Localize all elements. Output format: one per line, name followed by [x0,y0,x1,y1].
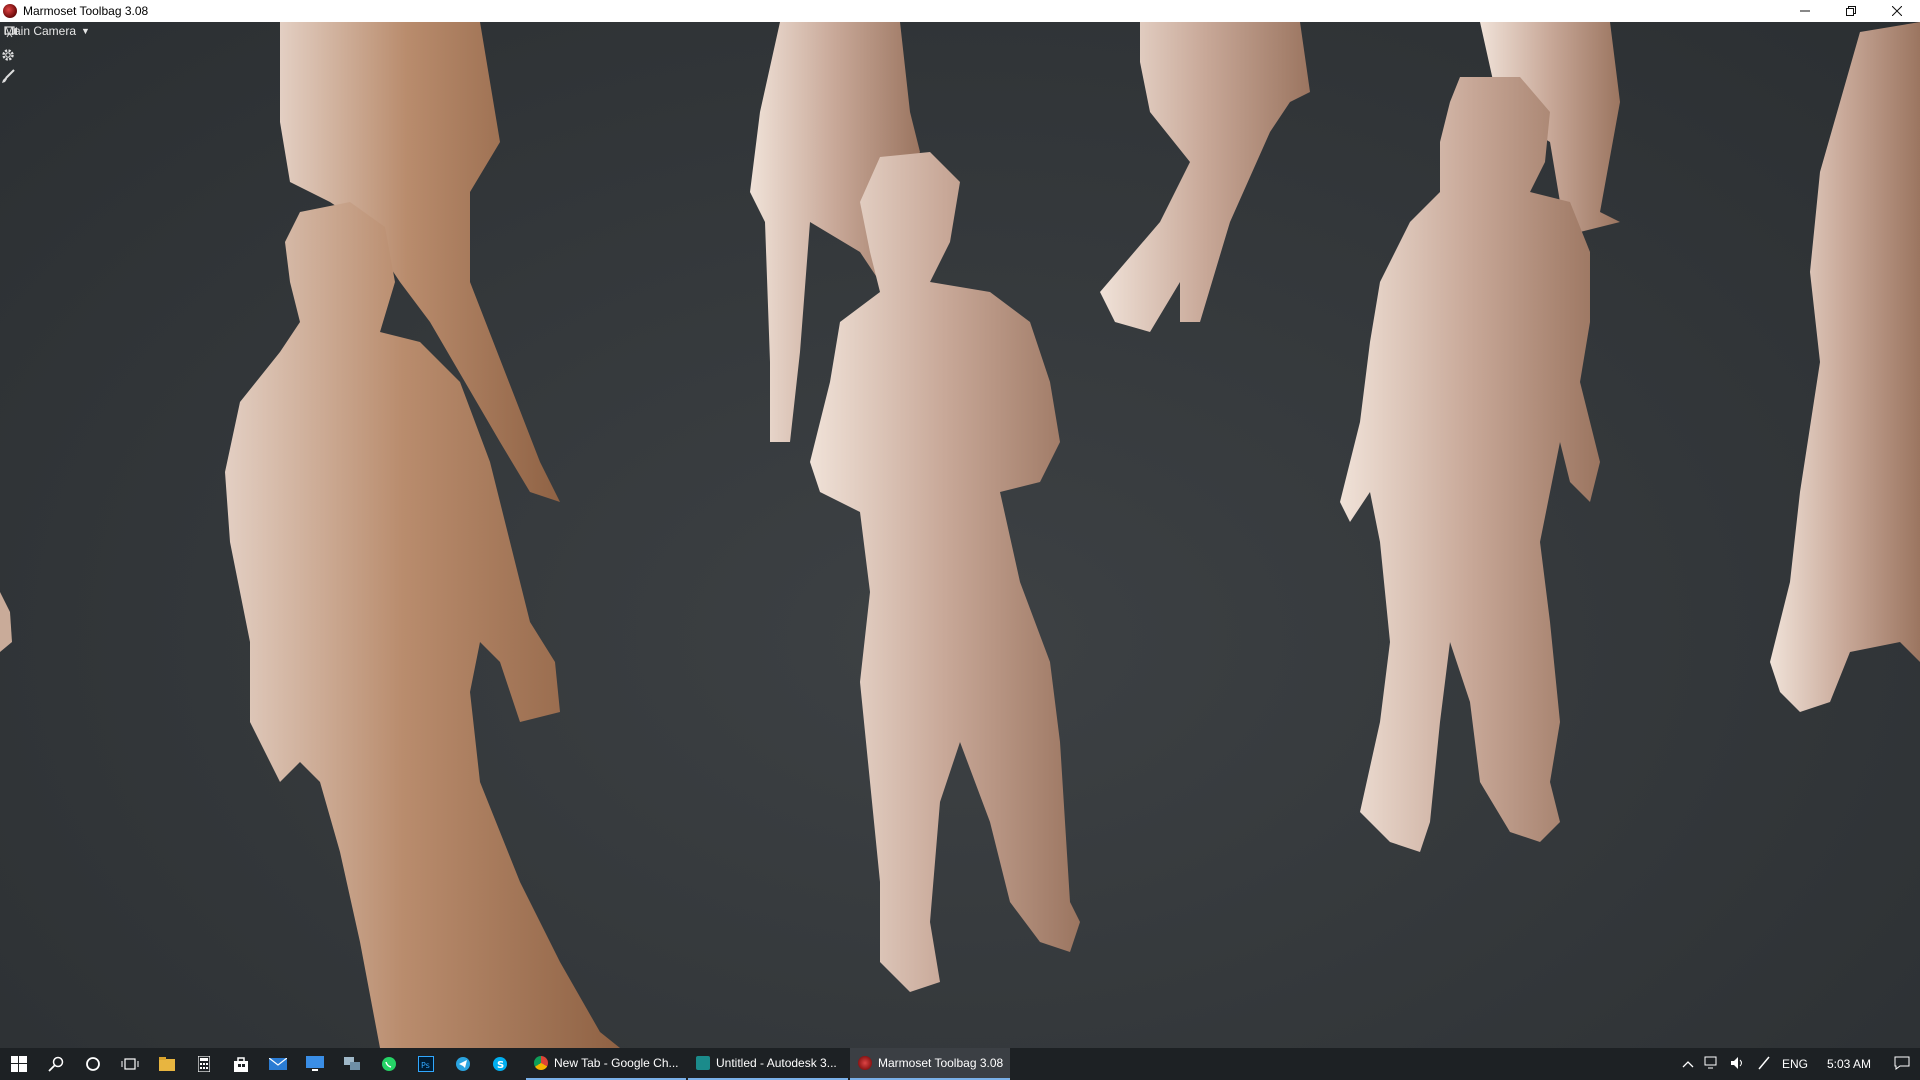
photoshop-icon[interactable]: Ps [407,1048,444,1080]
taskbar-app-label: Untitled - Autodesk 3... [716,1056,837,1070]
restore-icon [1846,6,1856,16]
search-icon[interactable] [37,1048,74,1080]
taskbar-app-marmoset[interactable]: Marmoset Toolbag 3.08 [850,1048,1010,1080]
svg-text:S: S [497,1060,504,1071]
paint-brush-icon[interactable] [0,68,16,84]
scene-render [0,22,1920,1048]
notification-center-icon[interactable] [1894,1056,1910,1073]
camera-selector[interactable]: Main Camera ▼ [4,24,90,38]
taskbar: Ps S New Tab - Google Ch... Untitled - A… [0,1048,1920,1080]
figure-front-center [810,152,1080,992]
taskbar-app-chrome[interactable]: New Tab - Google Ch... [526,1048,686,1080]
store-icon[interactable] [222,1048,259,1080]
taskbar-app-3dsmax[interactable]: Untitled - Autodesk 3... [688,1048,848,1080]
chevron-up-icon[interactable] [1682,1057,1694,1071]
taskbar-app-label: Marmoset Toolbag 3.08 [878,1056,1004,1070]
taskbar-app-label: New Tab - Google Ch... [554,1056,679,1070]
task-view-icon[interactable] [111,1048,148,1080]
system-tray: ENG 5:03 AM [1677,1048,1920,1080]
whatsapp-icon[interactable] [370,1048,407,1080]
close-icon [1892,6,1902,16]
clock[interactable]: 5:03 AM [1827,1057,1871,1071]
settings-gear-icon[interactable] [0,47,16,63]
cortana-icon[interactable] [74,1048,111,1080]
pen-icon[interactable] [1756,1056,1772,1073]
chevron-down-icon: ▼ [81,26,90,36]
network-icon[interactable] [333,1048,370,1080]
figure-right-edge [1770,22,1920,712]
marmoset-app-icon [3,4,17,18]
figure-front-left [225,202,620,1048]
figure-left-edge-fragment [0,592,12,652]
volume-icon[interactable] [1730,1056,1746,1073]
mail-icon[interactable] [259,1048,296,1080]
file-explorer-icon[interactable] [148,1048,185,1080]
window-title: Marmoset Toolbag 3.08 [23,4,149,18]
calculator-icon[interactable] [185,1048,222,1080]
minimize-icon [1800,10,1810,12]
restore-button[interactable] [1828,0,1874,22]
remote-desktop-icon[interactable] [296,1048,333,1080]
network-status-icon[interactable] [1704,1056,1720,1073]
camera-icon [4,26,17,38]
language-indicator[interactable]: ENG [1782,1057,1808,1071]
close-button[interactable] [1874,0,1920,22]
minimize-button[interactable] [1782,0,1828,22]
chrome-icon [534,1056,548,1070]
windows-start-icon[interactable] [0,1048,37,1080]
3dsmax-icon [696,1056,710,1070]
marmoset-icon [858,1056,872,1070]
skype-icon[interactable]: S [481,1048,518,1080]
telegram-icon[interactable] [444,1048,481,1080]
3d-viewport[interactable]: Main Camera ▼ [0,22,1920,1048]
figure-back-right [1100,22,1310,332]
title-bar: Marmoset Toolbag 3.08 [0,0,1920,22]
svg-text:Ps: Ps [421,1061,430,1070]
